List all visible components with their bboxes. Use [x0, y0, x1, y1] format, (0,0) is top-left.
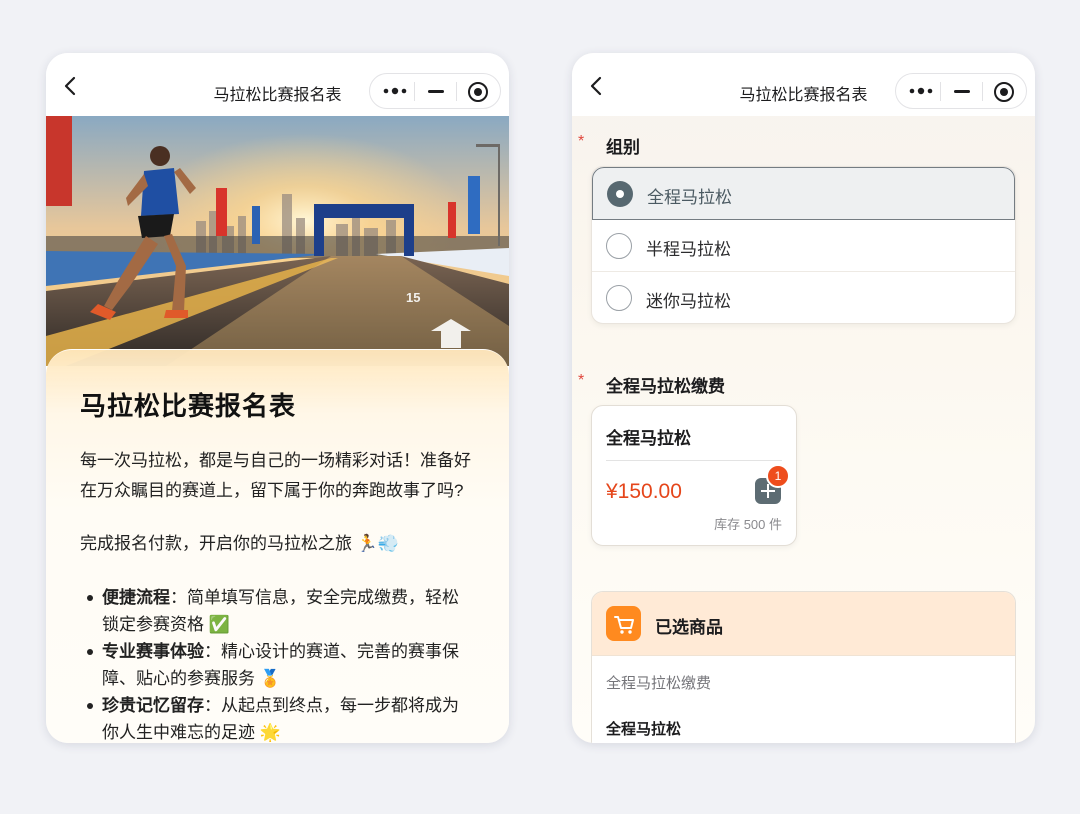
divider	[606, 460, 782, 461]
card-title: 马拉松比赛报名表	[80, 391, 297, 421]
stock-text: 库存 500 件	[714, 517, 782, 532]
product-name: 全程马拉松	[606, 429, 691, 448]
list-item: 专业赛事体验：精心设计的赛道、完善的赛事保障、贴心的参赛服务 🏅	[80, 638, 475, 692]
more-icon[interactable]	[908, 83, 934, 99]
required-mark: *	[578, 133, 585, 150]
nav-bar: 马拉松比赛报名表	[46, 53, 509, 116]
list-item: 珍贵记忆留存：从起点到终点，每一步都将成为你人生中难忘的足迹 🌟	[80, 692, 475, 743]
radio-selected-icon	[607, 181, 633, 207]
radio-option-half-marathon[interactable]: 半程马拉松	[592, 220, 1015, 272]
selected-goods-subtitle: 全程马拉松缴费	[606, 675, 712, 692]
capsule-divider	[414, 82, 415, 101]
mini-program-capsule	[369, 73, 501, 109]
selected-goods-panel: 已选商品 全程马拉松缴费 全程马拉松	[591, 591, 1016, 743]
more-icon[interactable]	[382, 83, 408, 99]
radio-option-mini-marathon[interactable]: 迷你马拉松	[592, 272, 1015, 323]
feature-list: 便捷流程：简单填写信息，安全完成缴费，轻松锁定参赛资格 ✅ 专业赛事体验：精心设…	[80, 584, 475, 743]
required-mark: *	[578, 372, 585, 389]
bullet-title: 便捷流程	[102, 588, 170, 607]
radio-label: 全程马拉松	[647, 188, 732, 207]
intro-paragraph: 每一次马拉松，都是与自己的一场精彩对话！准备好在万众瞩目的赛道上，留下属于你的奔…	[80, 451, 471, 500]
close-target-icon[interactable]	[467, 81, 489, 103]
intro-card: 马拉松比赛报名表 每一次马拉松，都是与自己的一场精彩对话！准备好在万众瞩目的赛道…	[46, 349, 509, 743]
fee-label: 全程马拉松缴费	[606, 377, 725, 396]
radio-label: 半程马拉松	[646, 239, 731, 259]
bullet-title: 珍贵记忆留存	[102, 696, 204, 715]
radio-label: 迷你马拉松	[646, 292, 731, 311]
shopping-cart-icon	[606, 606, 641, 641]
radio-empty-icon	[606, 285, 632, 311]
capsule-divider	[982, 82, 983, 101]
list-item: 便捷流程：简单填写信息，安全完成缴费，轻松锁定参赛资格 ✅	[80, 584, 475, 638]
minimize-icon[interactable]	[428, 90, 444, 93]
capsule-divider	[940, 82, 941, 101]
phone-right: 马拉松比赛报名表 * 组别 全程马拉松 半程马拉松 迷你马拉松 * 全程马拉松缴…	[572, 53, 1035, 743]
product-card[interactable]: 全程马拉松 ¥150.00 1 库存 500 件	[591, 405, 797, 546]
road-marking-15: 15	[406, 290, 420, 305]
selected-goods-title: 已选商品	[655, 618, 723, 637]
group-label: 组别	[606, 138, 640, 157]
selected-goods-header: 已选商品	[592, 592, 1015, 656]
minimize-icon[interactable]	[954, 90, 970, 93]
bullet-title: 专业赛事体验	[102, 642, 204, 661]
mini-program-capsule	[895, 73, 1027, 109]
radio-option-full-marathon[interactable]: 全程马拉松	[592, 167, 1015, 220]
hero-marathon-image: 15	[46, 116, 509, 366]
close-target-icon[interactable]	[993, 81, 1015, 103]
selected-goods-item: 全程马拉松	[606, 721, 682, 738]
cta-paragraph: 完成报名付款，开启你的马拉松之旅 🏃💨	[80, 534, 400, 553]
group-radio-list: 全程马拉松 半程马拉松 迷你马拉松	[591, 166, 1016, 324]
product-price: ¥150.00	[606, 480, 682, 503]
radio-empty-icon	[606, 232, 632, 259]
phone-left: 马拉松比赛报名表 15 马拉松比赛报名表 每一次马拉松，都是与自己的一场精彩对话…	[46, 53, 509, 743]
quantity-badge: 1	[766, 464, 790, 488]
capsule-divider	[456, 82, 457, 101]
nav-bar: 马拉松比赛报名表	[572, 53, 1035, 116]
